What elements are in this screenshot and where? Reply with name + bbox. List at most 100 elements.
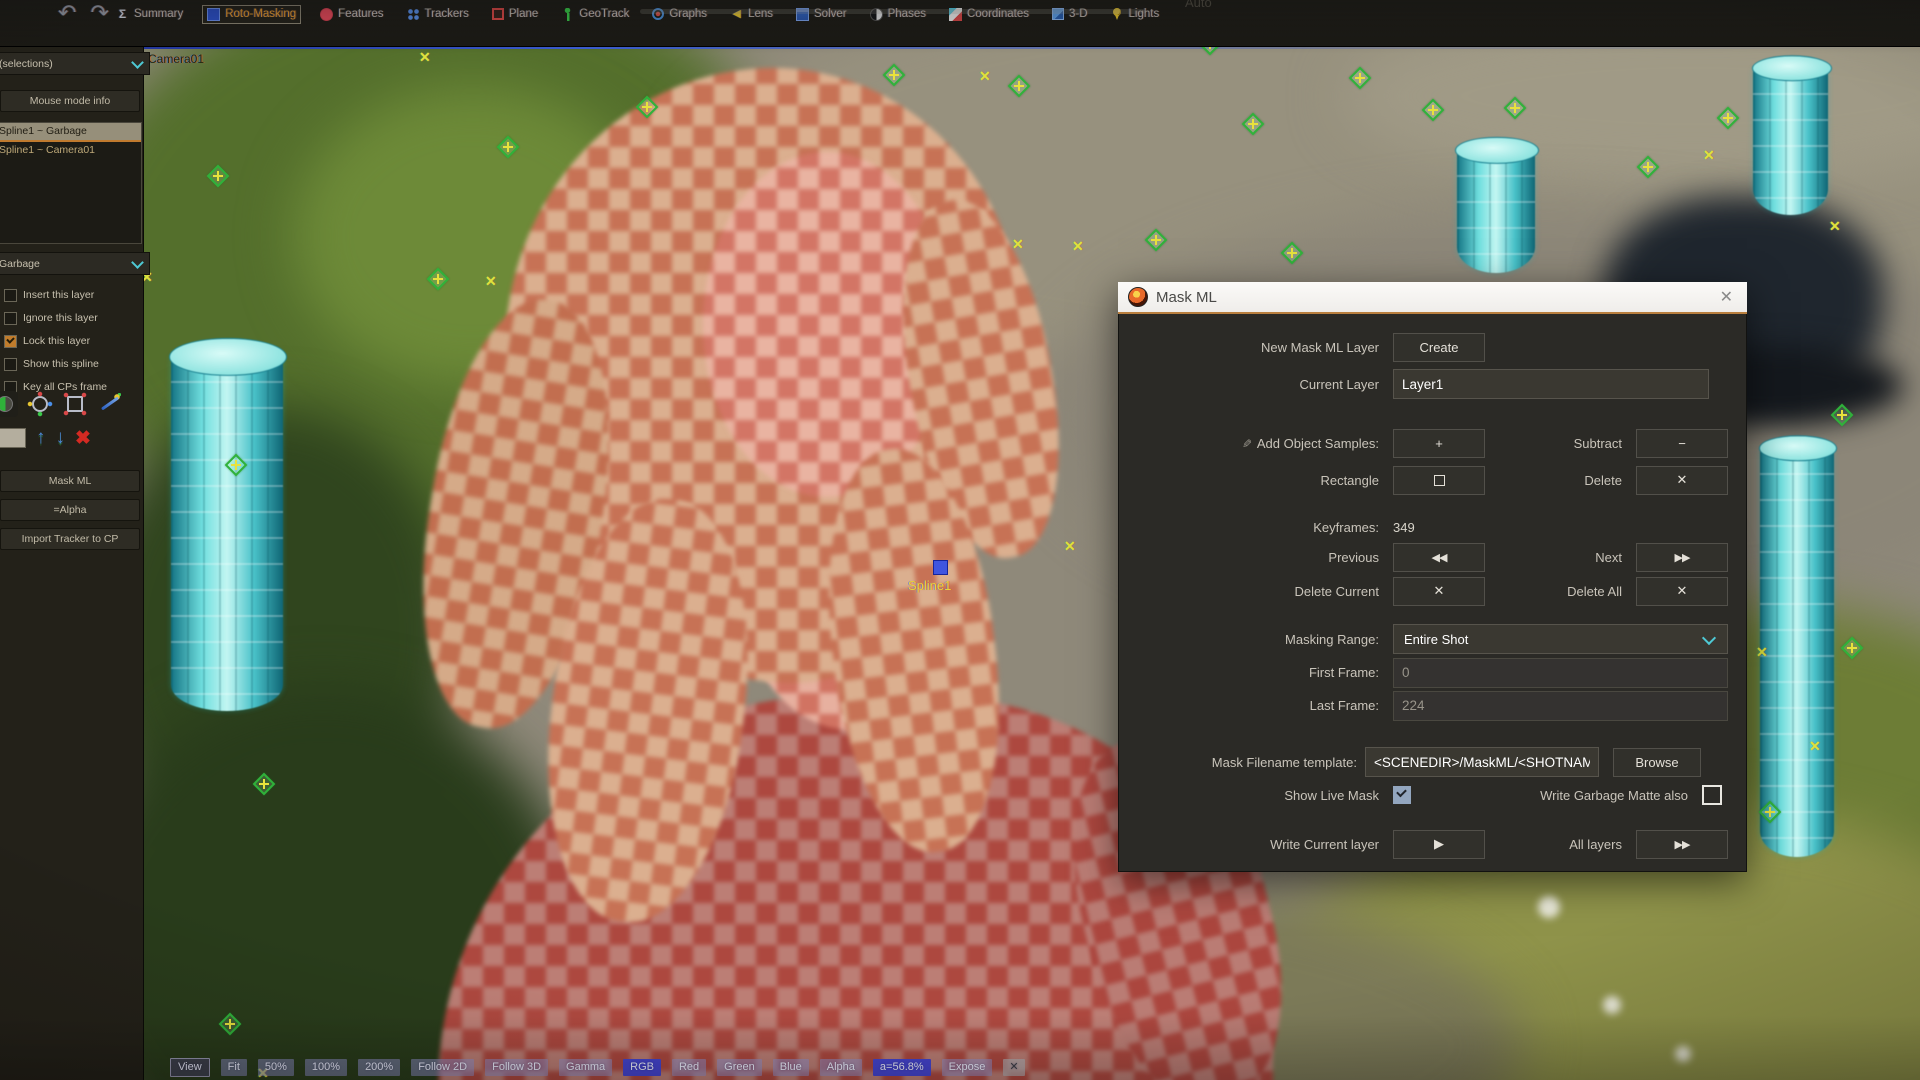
rectangle-button[interactable] bbox=[1393, 465, 1485, 495]
tracker-cross-marker[interactable]: ✕ bbox=[1809, 738, 1821, 755]
tracker-diamond-marker[interactable] bbox=[1280, 241, 1304, 265]
tab-trackers[interactable]: Trackers bbox=[403, 6, 473, 23]
-alpha-button[interactable]: =Alpha bbox=[0, 499, 140, 521]
spline-list-item[interactable]: Spline1 ~ Camera01 bbox=[0, 142, 141, 159]
selection-dropdown[interactable]: (selections) bbox=[0, 52, 150, 75]
tracker-diamond-marker[interactable] bbox=[1716, 106, 1740, 130]
viewbar-alpha-button[interactable]: Alpha bbox=[819, 1059, 862, 1076]
viewbar-gamma-button[interactable]: Gamma bbox=[559, 1059, 613, 1076]
viewbar-view-button[interactable]: View bbox=[170, 1058, 210, 1077]
cylinder-3d-object[interactable] bbox=[1751, 55, 1832, 215]
mouse-mode-info-button[interactable]: Mouse mode info bbox=[0, 90, 140, 112]
move-up-button[interactable] bbox=[36, 428, 46, 448]
tracker-cross-marker[interactable]: ✕ bbox=[979, 68, 991, 85]
tracker-cross-marker[interactable]: ✕ bbox=[1064, 538, 1076, 555]
layer-checkbox-ignore-this-layer[interactable]: Ignore this layer bbox=[4, 309, 98, 327]
tracker-cross-marker[interactable]: ✕ bbox=[485, 273, 497, 290]
rect-spline-tool-icon[interactable] bbox=[62, 391, 88, 417]
tab-summary[interactable]: Σ Summary bbox=[112, 6, 187, 23]
write-garbage-checkbox[interactable] bbox=[1702, 785, 1722, 805]
viewbar-follow-2d-button[interactable]: Follow 2D bbox=[411, 1059, 475, 1076]
tracker-diamond-marker[interactable] bbox=[1144, 228, 1168, 252]
cylinder-3d-object[interactable] bbox=[1758, 435, 1838, 857]
tracker-diamond-marker[interactable] bbox=[1830, 403, 1854, 427]
tab-geotrack[interactable]: GeoTrack bbox=[557, 6, 633, 23]
layer-checkbox-lock-this-layer[interactable]: Lock this layer bbox=[4, 332, 90, 350]
tracker-diamond-marker[interactable] bbox=[1503, 96, 1527, 120]
viewbar-blue-button[interactable]: Blue bbox=[772, 1059, 809, 1076]
show-live-mask-checkbox[interactable] bbox=[1393, 786, 1411, 804]
tracker-diamond-marker[interactable] bbox=[1241, 112, 1265, 136]
mask-ml-button[interactable]: Mask ML bbox=[0, 470, 140, 492]
tab-roto-masking[interactable]: Roto-Masking bbox=[202, 4, 302, 24]
undo-icon[interactable] bbox=[58, 0, 76, 26]
tracker-diamond-marker[interactable] bbox=[1348, 66, 1372, 90]
viewbar---button[interactable]: ✕ bbox=[1003, 1059, 1025, 1076]
tracker-cross-marker[interactable]: ✕ bbox=[1072, 238, 1084, 255]
current-layer-input[interactable] bbox=[1393, 369, 1709, 399]
viewbar-green-button[interactable]: Green bbox=[717, 1059, 762, 1076]
tracker-diamond-marker[interactable] bbox=[1007, 74, 1031, 98]
color-swatch[interactable] bbox=[0, 428, 26, 448]
tracker-diamond-marker[interactable] bbox=[1636, 155, 1660, 179]
layer-checkbox-show-this-spline[interactable]: Show this spline bbox=[4, 355, 99, 373]
tracker-cross-marker[interactable]: ✕ bbox=[1012, 236, 1024, 253]
delete-all-button[interactable]: ✕ bbox=[1636, 576, 1728, 606]
viewbar-red-button[interactable]: Red bbox=[671, 1059, 707, 1076]
layer-checkbox-insert-this-layer[interactable]: Insert this layer bbox=[4, 286, 94, 304]
viewbar-expose-button[interactable]: Expose bbox=[941, 1059, 993, 1076]
viewbar-a=56.8%-button[interactable]: a=56.8% bbox=[872, 1059, 931, 1076]
subtract-button[interactable]: − bbox=[1636, 428, 1728, 458]
close-icon[interactable]: ✕ bbox=[1716, 287, 1737, 307]
tracker-cross-marker[interactable]: ✕ bbox=[419, 49, 431, 66]
tab-features[interactable]: Features bbox=[316, 6, 387, 23]
tracker-diamond-marker[interactable] bbox=[206, 164, 230, 188]
tracker-cross-marker[interactable]: ✕ bbox=[1756, 644, 1768, 661]
delete-spline-button[interactable] bbox=[75, 427, 91, 450]
add-samples-button[interactable]: + bbox=[1393, 428, 1485, 458]
viewbar-fit-button[interactable]: Fit bbox=[220, 1059, 247, 1076]
dialog-title-bar[interactable]: Mask ML ✕ bbox=[1118, 282, 1747, 314]
tracker-cross-marker[interactable]: ✕ bbox=[1703, 147, 1715, 164]
toolbar-scrollbar[interactable] bbox=[640, 9, 1145, 14]
layer-type-dropdown[interactable]: Garbage bbox=[0, 252, 150, 275]
tracker-diamond-marker[interactable] bbox=[635, 95, 659, 119]
spline-control-point[interactable] bbox=[933, 560, 948, 575]
browse-button[interactable]: Browse bbox=[1613, 747, 1701, 777]
write-current-button[interactable]: ▶ bbox=[1393, 829, 1485, 859]
ellipse-tool-icon[interactable] bbox=[0, 391, 18, 417]
tracker-diamond-marker[interactable] bbox=[882, 63, 906, 87]
tracker-diamond-marker[interactable] bbox=[218, 1012, 242, 1036]
viewbar-50%-button[interactable]: 50% bbox=[257, 1059, 294, 1076]
redo-icon[interactable] bbox=[90, 0, 108, 26]
cylinder-3d-object[interactable] bbox=[168, 337, 288, 711]
tracker-diamond-marker[interactable] bbox=[426, 267, 450, 291]
write-all-layers-button[interactable]: ▶▶ bbox=[1636, 829, 1728, 859]
circle-spline-tool-icon[interactable] bbox=[27, 391, 53, 417]
next-keyframe-button[interactable]: ▶▶ bbox=[1636, 542, 1728, 572]
tracker-diamond-marker[interactable] bbox=[496, 135, 520, 159]
tracker-diamond-marker[interactable] bbox=[1421, 98, 1445, 122]
previous-keyframe-button[interactable]: ◀◀ bbox=[1393, 542, 1485, 572]
viewbar-200%-button[interactable]: 200% bbox=[358, 1059, 401, 1076]
spline-list[interactable]: Spline1 ~ Garbage Spline1 ~ Camera01 bbox=[0, 122, 142, 244]
move-down-button[interactable] bbox=[56, 428, 66, 448]
first-frame-input[interactable] bbox=[1393, 657, 1728, 688]
delete-button[interactable]: ✕ bbox=[1636, 465, 1728, 495]
tracker-diamond-marker[interactable] bbox=[224, 453, 248, 477]
delete-current-button[interactable]: ✕ bbox=[1393, 576, 1485, 606]
spline-list-item[interactable]: Spline1 ~ Garbage bbox=[0, 123, 141, 142]
tracker-diamond-marker[interactable] bbox=[1840, 636, 1864, 660]
masking-range-select[interactable]: Entire Shot bbox=[1393, 624, 1728, 654]
tab-plane[interactable]: Plane bbox=[488, 6, 542, 22]
tracker-diamond-marker[interactable] bbox=[252, 772, 276, 796]
viewbar-rgb-button[interactable]: RGB bbox=[623, 1059, 661, 1076]
cylinder-3d-object[interactable] bbox=[1455, 136, 1539, 273]
import-tracker-to-cp-button[interactable]: Import Tracker to CP bbox=[0, 528, 140, 550]
mask-template-input[interactable] bbox=[1365, 747, 1599, 777]
tracker-diamond-marker[interactable] bbox=[1758, 800, 1782, 824]
viewbar-100%-button[interactable]: 100% bbox=[304, 1059, 348, 1076]
magic-wand-tool-icon[interactable] bbox=[97, 391, 123, 417]
tracker-cross-marker[interactable]: ✕ bbox=[1829, 218, 1841, 235]
create-layer-button[interactable]: Create bbox=[1393, 332, 1485, 362]
